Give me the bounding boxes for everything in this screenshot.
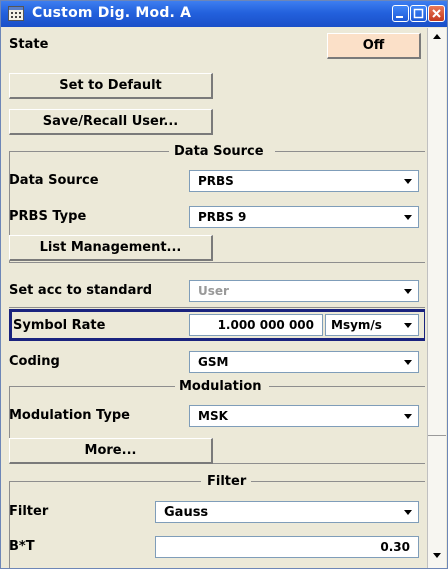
maximize-button[interactable] [410, 5, 427, 22]
minimize-icon [396, 16, 403, 18]
symbol-rate-unit-select[interactable]: Msym/s [325, 314, 419, 336]
modulation-more-button[interactable]: More... [9, 438, 213, 464]
scrollbar-thumb-edge [428, 435, 446, 436]
modulation-type-select[interactable]: MSK [189, 405, 419, 427]
maximize-icon [413, 8, 424, 19]
scroll-up-arrow-icon[interactable] [429, 29, 445, 45]
modulation-type-label: Modulation Type [9, 408, 130, 423]
set-acc-label: Set acc to standard [9, 283, 153, 298]
vertical-scrollbar[interactable] [427, 28, 446, 568]
prbs-type-label: PRBS Type [9, 209, 87, 224]
list-management-button[interactable]: List Management... [9, 235, 213, 261]
state-label: State [9, 37, 49, 52]
bt-input[interactable]: 0.30 [155, 536, 419, 558]
close-icon [432, 9, 441, 18]
chevron-down-icon [404, 360, 412, 365]
minimize-button[interactable] [392, 5, 409, 22]
window-title: Custom Dig. Mod. A [32, 5, 192, 21]
set-acc-standard-select[interactable]: User [189, 280, 419, 302]
prbs-type-select[interactable]: PRBS 9 [189, 206, 419, 228]
filter-select[interactable]: Gauss [155, 501, 419, 523]
chevron-down-icon [404, 323, 412, 328]
chevron-down-icon [404, 414, 412, 419]
close-button[interactable] [428, 5, 445, 22]
symbol-rate-input[interactable]: 1.000 000 000 [189, 314, 323, 336]
symbol-rate-label: Symbol Rate [13, 318, 106, 333]
coding-select[interactable]: GSM [189, 351, 419, 373]
chevron-down-icon [404, 215, 412, 220]
dialog-window: Custom Dig. Mod. A State Off Set to Defa… [0, 0, 448, 569]
app-window-icon [8, 6, 24, 21]
bt-label: B*T [9, 539, 35, 554]
chevron-down-icon [404, 289, 412, 294]
chevron-down-icon [404, 510, 412, 515]
dialog-content: State Off Set to Default Save/Recall Use… [1, 27, 425, 568]
data-source-select[interactable]: PRBS [189, 170, 419, 192]
data-source-label: Data Source [9, 173, 99, 188]
filter-label: Filter [9, 504, 49, 519]
set-to-default-button[interactable]: Set to Default [9, 73, 213, 99]
title-bar[interactable]: Custom Dig. Mod. A [1, 1, 447, 27]
chevron-down-icon [404, 179, 412, 184]
scroll-down-arrow-icon[interactable] [429, 547, 445, 563]
state-off-button[interactable]: Off [327, 33, 421, 59]
divider [9, 307, 425, 308]
coding-label: Coding [9, 354, 60, 369]
save-recall-user-button[interactable]: Save/Recall User... [9, 109, 213, 135]
